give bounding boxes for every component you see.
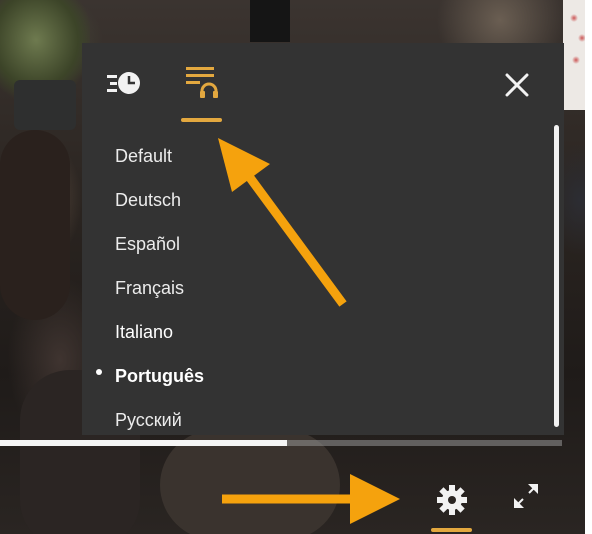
speed-clock-icon: [107, 72, 140, 94]
language-list-scrollbar[interactable]: [554, 125, 559, 427]
fullscreen-button[interactable]: [510, 480, 542, 512]
settings-button[interactable]: [432, 480, 472, 520]
language-option-francais[interactable]: Français: [115, 278, 184, 299]
player-controls: [0, 446, 592, 534]
gear-icon: [437, 485, 467, 515]
language-option-default[interactable]: Default: [115, 146, 172, 167]
audio-track-icon: [186, 67, 218, 98]
page-edge: [585, 0, 592, 534]
selected-tab-indicator: [181, 118, 222, 122]
close-icon: [505, 73, 529, 97]
language-option-espanol[interactable]: Español: [115, 234, 180, 255]
language-option-italiano[interactable]: Italiano: [115, 322, 173, 343]
tab-playback-speed[interactable]: [105, 65, 145, 115]
background-pot: [14, 80, 76, 130]
tab-audio-track[interactable]: [180, 63, 220, 113]
language-option-deutsch[interactable]: Deutsch: [115, 190, 181, 211]
audience-silhouette: [0, 130, 70, 320]
language-option-russian[interactable]: Русский: [115, 410, 182, 431]
close-button[interactable]: [500, 68, 534, 102]
language-option-portugues[interactable]: Português: [115, 366, 204, 387]
fullscreen-icon: [514, 484, 538, 508]
settings-active-indicator: [431, 528, 472, 532]
selected-bullet: [96, 369, 102, 375]
background-tripod: [250, 0, 290, 42]
